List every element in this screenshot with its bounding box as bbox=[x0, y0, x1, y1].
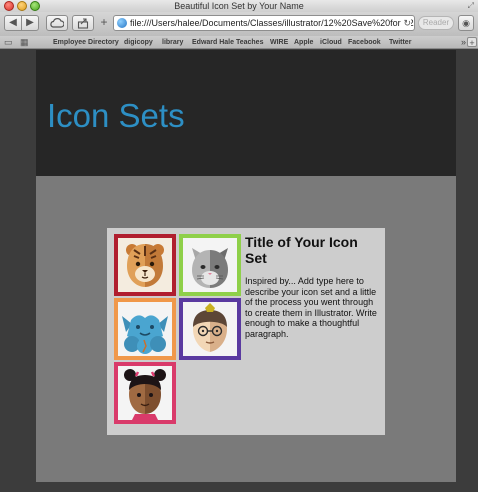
site-header: Icon Sets bbox=[36, 50, 456, 176]
page: Icon Sets Title of Your Icon Set Inspire… bbox=[36, 50, 456, 492]
icon-set-card: Title of Your Icon Set Inspired by... Ad… bbox=[107, 228, 385, 435]
add-bookmark-button[interactable]: + bbox=[97, 15, 111, 31]
tiger-icon bbox=[118, 238, 172, 292]
bookmark-item[interactable]: Apple bbox=[294, 36, 313, 49]
downloads-icon: ◉ bbox=[462, 18, 470, 28]
back-button[interactable]: ◀ bbox=[4, 15, 22, 31]
blue-monster-tile bbox=[114, 298, 176, 360]
bookmark-item[interactable]: library bbox=[162, 36, 183, 49]
girl-with-buns-icon bbox=[118, 366, 172, 420]
content-area: Title of Your Icon Set Inspired by... Ad… bbox=[36, 176, 456, 482]
cat-icon bbox=[183, 238, 237, 292]
window-title: Beautiful Icon Set by Your Name bbox=[174, 1, 304, 11]
tiger-tile bbox=[114, 234, 176, 296]
bookmarks-bar: ▭ ▦ Employee Directory digicopy library … bbox=[0, 36, 478, 49]
fullscreen-icon[interactable]: ⤢ bbox=[468, 2, 474, 10]
address-bar[interactable]: file:///Users/halee/Documents/Classes/il… bbox=[113, 15, 415, 31]
share-icon bbox=[77, 18, 89, 29]
bespectacled-person-icon bbox=[183, 302, 237, 356]
card-description: Inspired by... Add type here to describe… bbox=[245, 276, 377, 339]
reload-icon[interactable]: ↻ bbox=[401, 16, 411, 30]
forward-button[interactable]: ▶ bbox=[21, 15, 39, 31]
globe-icon bbox=[117, 18, 127, 28]
bespectacled-person-tile bbox=[179, 298, 241, 360]
browser-window: Beautiful Icon Set by Your Name ⤢ ◀ ▶ + … bbox=[0, 0, 478, 492]
icloud-tabs-button[interactable] bbox=[46, 15, 68, 31]
back-arrow-icon: ◀ bbox=[9, 17, 17, 28]
girl-with-buns-tile bbox=[114, 362, 176, 424]
new-tab-button[interactable]: + bbox=[467, 37, 477, 48]
cloud-icon bbox=[50, 18, 65, 28]
page-title: Icon Sets bbox=[47, 97, 185, 134]
card-title: Title of Your Icon Set bbox=[245, 234, 358, 266]
cat-tile bbox=[179, 234, 241, 296]
more-bookmarks-icon[interactable]: » bbox=[461, 36, 466, 49]
bookmark-item[interactable]: Employee Directory bbox=[53, 36, 119, 49]
reading-list-icon[interactable]: ▭ bbox=[4, 37, 13, 47]
blue-monster-icon bbox=[118, 302, 172, 356]
reader-button[interactable]: Reader bbox=[418, 16, 454, 30]
bookmark-item[interactable]: iCloud bbox=[320, 36, 342, 49]
bookmark-item[interactable]: digicopy bbox=[124, 36, 153, 49]
bookmark-item[interactable]: WIRE bbox=[270, 36, 288, 49]
bookmark-item[interactable]: Facebook bbox=[348, 36, 381, 49]
forward-arrow-icon: ▶ bbox=[26, 17, 34, 28]
plus-icon: + bbox=[100, 15, 108, 29]
toolbar: ◀ ▶ + file:///Users/halee/Documents/Clas… bbox=[0, 12, 478, 36]
top-sites-icon[interactable]: ▦ bbox=[20, 37, 29, 47]
share-button[interactable] bbox=[72, 15, 94, 31]
bookmark-item[interactable]: Twitter bbox=[389, 36, 411, 49]
bookmark-item[interactable]: Edward Hale Teaches bbox=[192, 36, 263, 49]
url-text: file:///Users/halee/Documents/Classes/il… bbox=[130, 18, 414, 28]
page-viewport: Icon Sets Title of Your Icon Set Inspire… bbox=[0, 50, 478, 492]
title-bar: Beautiful Icon Set by Your Name ⤢ bbox=[0, 0, 478, 12]
downloads-button[interactable]: ◉ bbox=[458, 15, 474, 31]
